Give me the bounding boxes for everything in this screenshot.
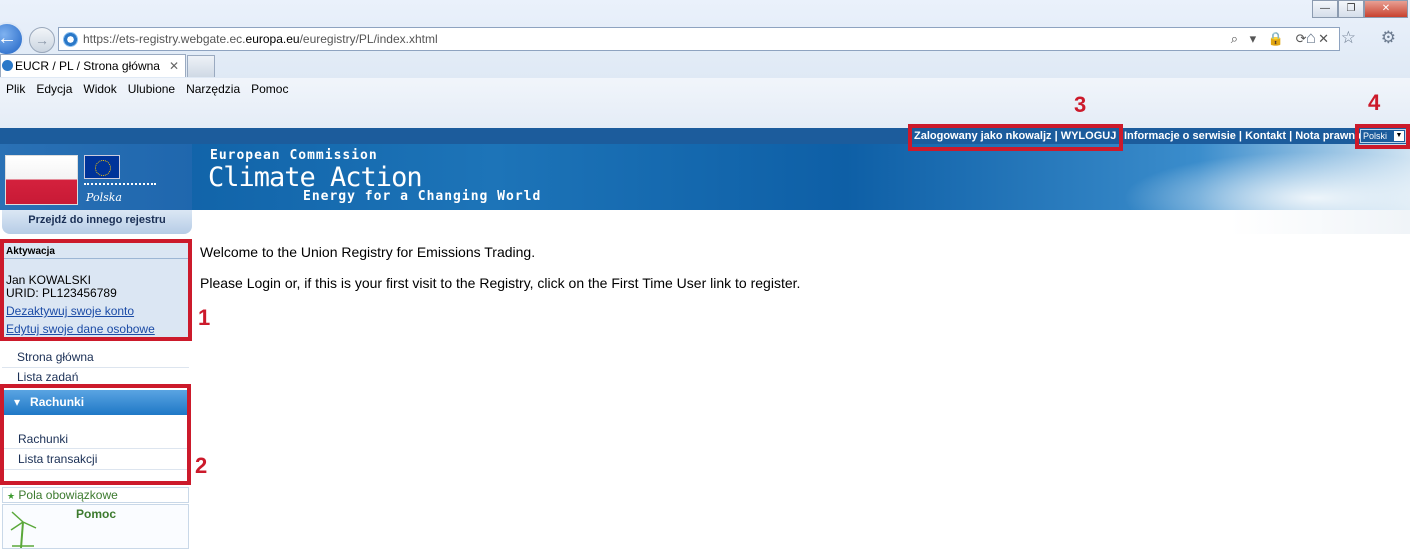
required-fields-label: Pola obowiązkowe xyxy=(18,488,118,502)
site-favicon-icon xyxy=(63,32,78,47)
tab-favicon-icon xyxy=(2,60,13,71)
menu-edycja[interactable]: Edycja xyxy=(36,82,72,96)
eu-stars-icon xyxy=(95,160,111,176)
address-url[interactable]: https://ets-registry.webgate.ec.europa.e… xyxy=(83,32,438,46)
new-tab-button[interactable] xyxy=(187,55,215,77)
annotation-box-2 xyxy=(0,384,191,485)
annotation-label-2: 2 xyxy=(195,453,208,478)
window-controls: — ❐ ✕ xyxy=(1312,0,1408,18)
forward-arrow-icon[interactable]: → xyxy=(29,27,55,53)
menu-plik[interactable]: Plik xyxy=(6,82,25,96)
help-label[interactable]: Pomoc xyxy=(76,507,116,521)
nav-task-list[interactable]: Lista zadań xyxy=(17,370,78,384)
menu-ulubione[interactable]: Ulubione xyxy=(128,82,175,96)
close-window-button[interactable]: ✕ xyxy=(1364,0,1408,18)
home-favorites-settings-icons[interactable]: ⌂ ☆ ⚙ xyxy=(1306,28,1406,48)
annotation-box-4 xyxy=(1355,124,1410,149)
banner-line1: European Commission xyxy=(210,148,378,163)
menu-narzedzia[interactable]: Narzędzia xyxy=(186,82,240,96)
polish-flag-icon xyxy=(5,155,78,205)
wind-turbine-icon xyxy=(10,511,37,548)
required-star-icon: ★ xyxy=(7,491,16,501)
menu-bar: Plik Edycja Widok Ulubione Narzędzia Pomoc xyxy=(0,78,1410,128)
banner-artwork-fade xyxy=(1230,210,1410,234)
dotted-divider xyxy=(84,183,156,185)
country-label: Polska xyxy=(86,191,122,204)
welcome-text: Welcome to the Union Registry for Emissi… xyxy=(200,244,536,260)
minimize-button[interactable]: — xyxy=(1312,0,1338,18)
maximize-button[interactable]: ❐ xyxy=(1338,0,1364,18)
tab-title: EUCR / PL / Strona główna xyxy=(15,59,160,73)
menu-widok[interactable]: Widok xyxy=(83,82,116,96)
annotation-label-3: 3 xyxy=(1074,92,1087,117)
login-instructions: Please Login or, if this is your first v… xyxy=(200,275,801,291)
menu-pomoc[interactable]: Pomoc xyxy=(251,82,288,96)
annotation-box-3 xyxy=(908,124,1123,151)
tab-close-icon[interactable]: ✕ xyxy=(169,55,179,77)
annotation-label-1: 1 xyxy=(198,305,211,330)
browser-tab-active[interactable]: EUCR / PL / Strona główna ✕ xyxy=(0,54,186,77)
service-links[interactable]: Informacje o serwisie | Kontakt | Nota p… xyxy=(1124,130,1361,142)
switch-registry-button[interactable]: Przejdź do innego rejestru xyxy=(2,210,192,234)
banner-line3: Energy for a Changing World xyxy=(303,189,542,204)
nav-divider xyxy=(2,367,189,368)
nav-home[interactable]: Strona główna xyxy=(17,350,94,364)
eu-flag-icon xyxy=(84,155,120,179)
annotation-box-1 xyxy=(0,239,192,341)
required-fields-note: ★ Pola obowiązkowe xyxy=(2,487,189,503)
address-bar[interactable]: https://ets-registry.webgate.ec.europa.e… xyxy=(58,27,1340,51)
annotation-label-4: 4 xyxy=(1368,90,1381,115)
